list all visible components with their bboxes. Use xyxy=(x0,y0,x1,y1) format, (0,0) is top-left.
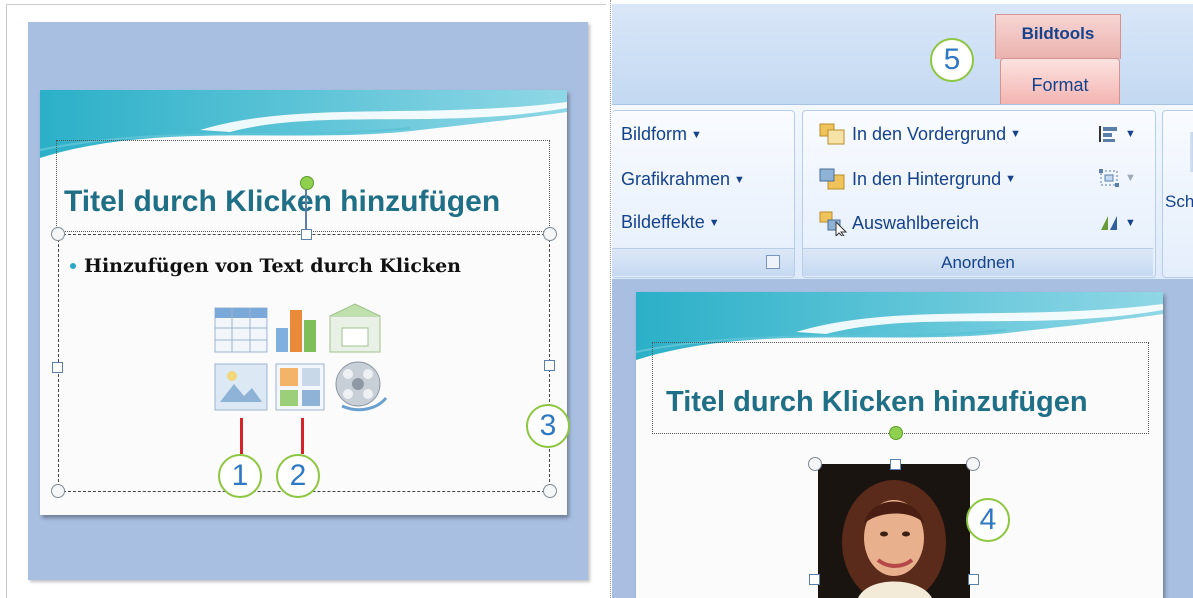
chevron-down-icon: ▼ xyxy=(734,173,745,186)
resize-handle-bottom-right[interactable] xyxy=(543,484,557,498)
chevron-down-icon: ▼ xyxy=(1125,172,1136,184)
top-border xyxy=(6,4,606,5)
callout-2-leader xyxy=(301,418,304,454)
resize-handle-right[interactable] xyxy=(544,360,555,371)
send-to-back-button[interactable]: In den Hintergrund ▼ xyxy=(818,167,1016,191)
contextual-tab-group-label: Bildtools xyxy=(1021,24,1095,43)
bullet-row: Hinzufügen von Text durch Klicken xyxy=(70,255,461,277)
selection-pane-icon xyxy=(819,211,848,236)
rotate-icon xyxy=(1101,216,1117,230)
picture-handle-right[interactable] xyxy=(968,574,979,585)
selection-pane-label: Auswahlbereich xyxy=(852,212,980,233)
left-border xyxy=(6,4,7,598)
slide-title: Titel durch Klicken hinzufügen xyxy=(64,185,501,218)
bring-to-front-icon xyxy=(819,123,845,145)
media-icon[interactable] xyxy=(335,361,388,412)
picture-effects-button[interactable]: Bildeffekte ▼ xyxy=(621,212,720,233)
picture-handle-top[interactable] xyxy=(890,459,901,470)
slide-title-right: Titel durch Klicken hinzufügen xyxy=(666,386,1088,418)
picture-shape-button[interactable]: Bildform ▼ xyxy=(621,124,702,145)
bring-to-front-button[interactable]: In den Vordergrund ▼ xyxy=(818,122,1021,146)
rotate-button[interactable]: ▼ xyxy=(1097,212,1136,234)
resize-handle-top-right[interactable] xyxy=(543,227,557,241)
send-to-back-label: In den Hintergrund xyxy=(852,168,1002,189)
callout-5: 5 xyxy=(930,38,974,82)
align-button[interactable]: ▼ xyxy=(1097,124,1136,144)
chevron-down-icon: ▼ xyxy=(1010,128,1022,140)
bring-to-front-label: In den Vordergrund xyxy=(852,123,1007,144)
resize-handle-top-left[interactable] xyxy=(51,227,65,241)
slide-thumbnail-left[interactable]: Titel durch Klicken hinzufügen Hinzufüge… xyxy=(40,90,567,515)
align-icon xyxy=(1099,126,1117,142)
content-icons xyxy=(214,303,388,412)
chevron-down-icon: ▼ xyxy=(1125,128,1136,140)
chevron-down-icon: ▼ xyxy=(691,128,702,141)
smartart-icon[interactable] xyxy=(329,303,381,353)
picture-rotation-handle[interactable] xyxy=(889,426,903,440)
picture-handle-top-left[interactable] xyxy=(808,457,822,471)
picture-handle-left[interactable] xyxy=(809,574,820,585)
rotation-handle[interactable] xyxy=(300,176,314,190)
group-arrange-footer: Anordnen xyxy=(803,248,1153,276)
group-objects-button[interactable]: ▼ xyxy=(1097,167,1136,189)
inserted-picture[interactable] xyxy=(818,464,970,598)
picture-border-button[interactable]: Grafikrahmen ▼ xyxy=(621,169,745,190)
group-objects-icon xyxy=(1099,169,1119,187)
callout-4: 4 xyxy=(966,498,1010,542)
clipart-icon[interactable] xyxy=(275,363,325,411)
callout-1-leader xyxy=(240,418,243,454)
selection-pane-button[interactable]: Auswahlbereich xyxy=(818,210,979,236)
tab-format[interactable]: Format xyxy=(1000,58,1120,105)
picture-effects-label: Bildeffekte xyxy=(621,212,705,232)
table-icon[interactable] xyxy=(214,307,268,353)
chart-icon[interactable] xyxy=(276,310,316,352)
dialog-launcher-icon[interactable] xyxy=(766,255,780,269)
group-arrange-label: Anordnen xyxy=(941,253,1015,272)
slide-right[interactable]: Titel durch Klicken hinzufügen xyxy=(636,292,1163,598)
chevron-down-icon: ▼ xyxy=(708,216,720,229)
resize-handle-top[interactable] xyxy=(301,229,312,240)
chevron-down-icon: ▼ xyxy=(1125,217,1136,229)
bullet-icon xyxy=(70,263,76,269)
callout-3: 3 xyxy=(526,404,570,448)
resize-handle-left[interactable] xyxy=(52,362,63,373)
send-to-back-icon xyxy=(819,168,845,190)
picture-shape-label: Bildform xyxy=(621,124,688,144)
callout-1: 1 xyxy=(218,454,262,498)
tab-format-label: Format xyxy=(1031,75,1089,95)
panel-divider xyxy=(610,0,611,598)
picture-icon[interactable] xyxy=(214,363,268,411)
resize-handle-bottom-left[interactable] xyxy=(51,484,65,498)
chevron-down-icon: ▼ xyxy=(1005,173,1016,185)
size-partial-label: Sch xyxy=(1165,192,1193,211)
picture-border-label: Grafikrahmen xyxy=(621,169,731,189)
contextual-tab-group-header: Bildtools xyxy=(995,14,1121,59)
bullet-text: Hinzufügen von Text durch Klicken xyxy=(84,255,461,277)
callout-2: 2 xyxy=(276,454,320,498)
picture-handle-top-right[interactable] xyxy=(966,457,980,471)
rotation-handle-stem xyxy=(305,189,307,231)
